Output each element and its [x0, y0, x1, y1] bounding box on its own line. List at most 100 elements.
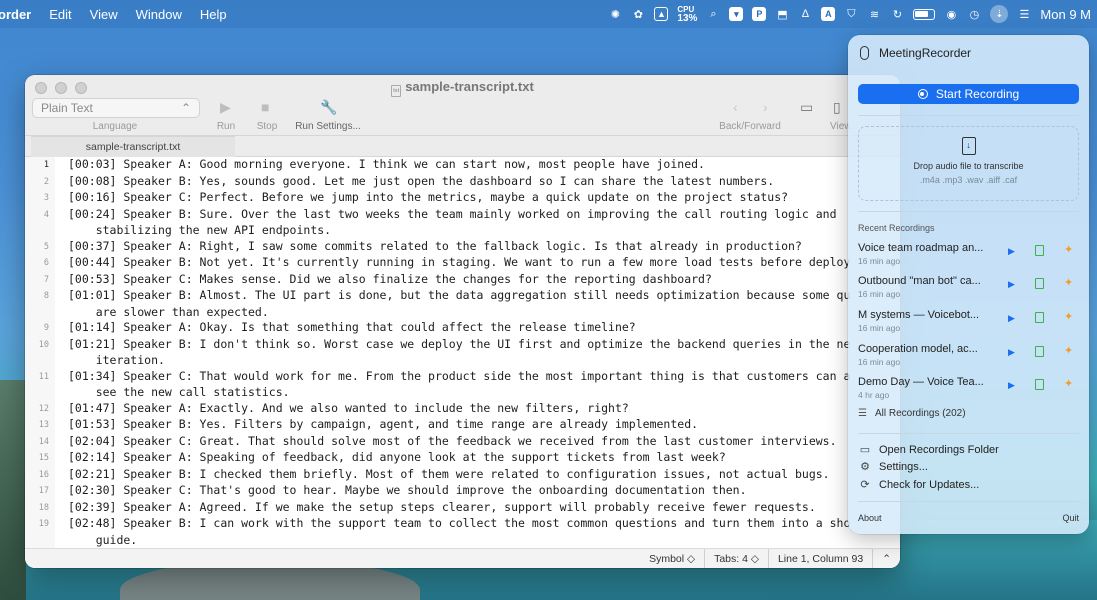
editor-line[interactable]: 14 [02:04] Speaker C: Great. That should …	[25, 434, 900, 451]
quit-button[interactable]: Quit	[1062, 513, 1079, 523]
time-machine-icon[interactable]: ◷	[967, 7, 981, 21]
view-label: View	[830, 121, 850, 132]
transcript-icon[interactable]	[1035, 379, 1044, 390]
menu-help[interactable]: Help	[200, 7, 227, 22]
tag-icon[interactable]: ⬒	[775, 7, 789, 21]
editor-line[interactable]: 5 [00:37] Speaker A: Right, I saw some co…	[25, 239, 900, 256]
play-icon[interactable]: ▶	[1008, 347, 1015, 358]
transcript-icon[interactable]	[1035, 346, 1044, 357]
tabs-selector[interactable]: Tabs: 4 ◇	[704, 548, 768, 568]
delta-icon[interactable]: Δ	[798, 7, 812, 21]
editor-line[interactable]: 15 [02:14] Speaker A: Speaking of feedbac…	[25, 450, 900, 467]
triangle-app-icon[interactable]: ▲	[654, 7, 669, 21]
settings-item[interactable]: ⚙ Settings...	[858, 460, 928, 474]
dropzone-icon[interactable]: ▾	[729, 7, 744, 21]
start-recording-button[interactable]: Start Recording	[858, 84, 1079, 104]
forward-icon[interactable]: ›	[763, 99, 768, 115]
open-recordings-folder-item[interactable]: ▭ Open Recordings Folder	[858, 443, 999, 457]
back-icon[interactable]: ‹	[733, 99, 738, 115]
chevron-up-icon[interactable]: ⌃	[872, 548, 900, 568]
search-icon[interactable]: ⌕	[706, 7, 720, 21]
recording-item[interactable]: M systems — Voicebot... 16 min ago ▶ ✦	[858, 309, 1079, 341]
editor-line[interactable]: 13 [01:53] Speaker B: Yes. Filters by cam…	[25, 417, 900, 434]
language-select[interactable]: Plain Text ⌃	[32, 98, 200, 118]
editor-line[interactable]: 9 [01:14] Speaker A: Okay. Is that someth…	[25, 320, 900, 337]
wrench-icon[interactable]: 🔧	[320, 99, 337, 116]
all-recordings-link[interactable]: ☰ All Recordings (202)	[858, 408, 966, 419]
editor-line[interactable]: guide.	[25, 533, 900, 549]
line-number: 19	[38, 519, 49, 529]
play-icon[interactable]: ▶	[1008, 313, 1015, 324]
run-settings-label[interactable]: Run Settings...	[288, 121, 368, 132]
ai-summary-icon[interactable]: ✦	[1064, 243, 1073, 256]
keyboard-input-icon[interactable]: A	[821, 7, 836, 21]
shield-icon[interactable]: ⛉	[844, 7, 858, 21]
menu-view[interactable]: View	[90, 7, 118, 22]
recording-item[interactable]: Outbound "man bot" ca... 16 min ago ▶ ✦	[858, 275, 1079, 307]
play-icon[interactable]: ▶	[1008, 279, 1015, 290]
sidebar-toggle-icon[interactable]: ▭	[800, 99, 813, 116]
wifi-icon[interactable]: ≋	[867, 7, 881, 21]
editor-line[interactable]: 3 [00:16] Speaker C: Perfect. Before we j…	[25, 190, 900, 207]
symbol-selector[interactable]: Symbol ◇	[640, 549, 704, 569]
cpu-meter[interactable]: CPU 13%	[677, 5, 697, 24]
editor-line[interactable]: 10 [01:21] Speaker B: I don't think so. W…	[25, 337, 900, 354]
tab-sample-transcript[interactable]: sample-transcript.txt	[31, 136, 235, 157]
control-center-icon[interactable]: ☰	[1017, 7, 1031, 21]
editor-line[interactable]: 19 [02:48] Speaker B: I can work with the…	[25, 516, 900, 533]
line-text: [02:21] Speaker B: I checked them briefl…	[68, 466, 830, 481]
editor-line[interactable]: 12 [01:47] Speaker A: Exactly. And we als…	[25, 401, 900, 418]
editor-line[interactable]: are slower than expected.	[25, 305, 900, 321]
editor-line[interactable]: 1 [00:03] Speaker A: Good morning everyon…	[25, 157, 900, 174]
menu-app-name[interactable]: order	[0, 7, 31, 22]
drop-zone[interactable]: ↓ Drop audio file to transcribe .m4a .mp…	[858, 126, 1079, 201]
recording-time: 16 min ago	[858, 256, 901, 266]
run-icon[interactable]: ▶	[220, 99, 231, 116]
check-updates-item[interactable]: ⟳ Check for Updates...	[858, 478, 979, 492]
editor-line[interactable]: 11 [01:34] Speaker C: That would work for…	[25, 369, 900, 386]
line-number	[25, 533, 55, 549]
chatgpt-icon[interactable]: ✺	[608, 7, 622, 21]
about-button[interactable]: About	[858, 513, 882, 523]
editor-line[interactable]: 8 [01:01] Speaker B: Almost. The UI part …	[25, 288, 900, 305]
user-icon[interactable]: ◉	[944, 7, 958, 21]
menu-clock[interactable]: Mon 9 M	[1040, 7, 1091, 22]
editor-line[interactable]: see the new call statistics.	[25, 385, 900, 401]
editor-line[interactable]: iteration.	[25, 353, 900, 369]
stop-label[interactable]: Stop	[252, 121, 282, 132]
record-icon	[917, 89, 928, 99]
editor-line[interactable]: 17 [02:30] Speaker C: That's good to hear…	[25, 483, 900, 500]
ai-summary-icon[interactable]: ✦	[1064, 310, 1073, 323]
line-number: 4	[43, 209, 49, 220]
play-icon[interactable]: ▶	[1008, 380, 1015, 391]
pinwheel-icon[interactable]: ✿	[631, 7, 645, 21]
menu-edit[interactable]: Edit	[49, 7, 71, 22]
ai-summary-icon[interactable]: ✦	[1064, 344, 1073, 357]
editor-line[interactable]: 7 [00:53] Speaker C: Makes sense. Did we …	[25, 272, 900, 289]
ai-summary-icon[interactable]: ✦	[1064, 377, 1073, 390]
menu-window[interactable]: Window	[136, 7, 182, 22]
editor-line[interactable]: stabilizing the new API endpoints.	[25, 223, 900, 239]
editor-line[interactable]: 18 [02:39] Speaker A: Agreed. If we make …	[25, 500, 900, 517]
transcript-icon[interactable]	[1035, 245, 1044, 256]
editor-line[interactable]: 2 [00:08] Speaker B: Yes, sounds good. Le…	[25, 174, 900, 191]
layout-icon[interactable]: ▯	[833, 99, 841, 116]
stop-icon[interactable]: ■	[261, 99, 269, 115]
cursor-position[interactable]: Line 1, Column 93	[767, 548, 872, 568]
transcript-icon[interactable]	[1035, 278, 1044, 289]
editor-line[interactable]: 4 [00:24] Speaker B: Sure. Over the last …	[25, 207, 900, 224]
editor-line[interactable]: 16 [02:21] Speaker B: I checked them brie…	[25, 467, 900, 484]
recording-item[interactable]: Cooperation model, ac... 16 min ago ▶ ✦	[858, 343, 1079, 375]
transcript-icon[interactable]	[1035, 312, 1044, 323]
run-label[interactable]: Run	[211, 121, 241, 132]
meeting-recorder-icon[interactable]: ⇣	[990, 5, 1009, 23]
refresh-app-icon[interactable]: ↻	[890, 7, 904, 21]
text-editor[interactable]: 1 [00:03] Speaker A: Good morning everyon…	[25, 157, 900, 548]
recording-item[interactable]: Demo Day — Voice Tea... 4 hr ago ▶ ✦	[858, 376, 1079, 408]
p-app-icon[interactable]: P	[752, 7, 767, 21]
recording-item[interactable]: Voice team roadmap an... 16 min ago ▶ ✦	[858, 242, 1079, 274]
ai-summary-icon[interactable]: ✦	[1064, 276, 1073, 289]
play-icon[interactable]: ▶	[1008, 246, 1015, 257]
battery-icon[interactable]	[913, 8, 936, 20]
editor-line[interactable]: 6 [00:44] Speaker B: Not yet. It's curren…	[25, 255, 900, 272]
